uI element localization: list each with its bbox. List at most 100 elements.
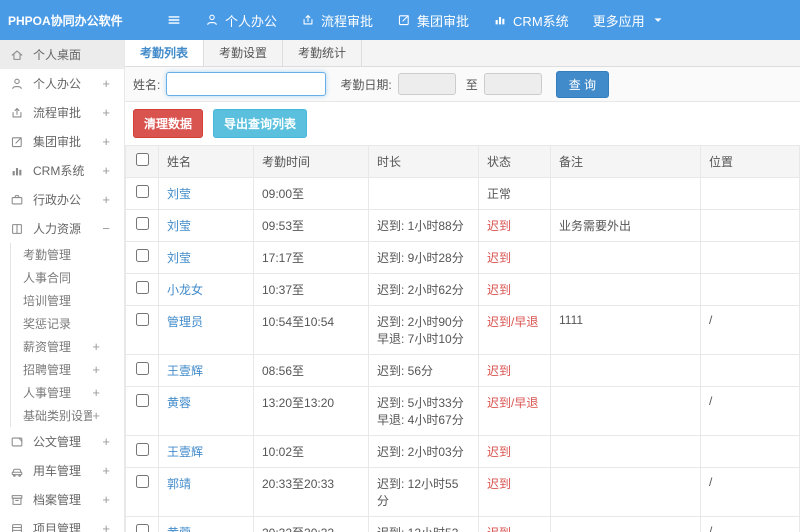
briefcase-icon [10, 193, 26, 207]
name-input[interactable] [166, 72, 327, 96]
row-checkbox-cell [125, 354, 159, 387]
row-checkbox[interactable] [135, 281, 149, 294]
sidebar-subitem-4[interactable]: 薪资管理 + [11, 335, 124, 358]
expand-icon: + [102, 163, 110, 178]
employee-name-link[interactable]: 刘莹 [167, 219, 191, 233]
sidebar-subitem-6[interactable]: 人事管理 + [11, 381, 124, 404]
tab-1[interactable]: 考勤设置 [204, 40, 284, 66]
row-checkbox[interactable] [135, 524, 149, 532]
row-checkbox[interactable] [135, 362, 149, 375]
sidebar-subitem-label: 招聘管理 [23, 363, 72, 377]
sidebar-item-label: 档案管理 [33, 493, 82, 507]
table-row-1: 刘莹 09:53至 迟到: 1小时88分 迟到 业务需要外出 [125, 209, 800, 242]
caret-down-icon [651, 13, 665, 27]
employee-name-link[interactable]: 小龙女 [167, 283, 203, 297]
sidebar-subitem-5[interactable]: 招聘管理 + [11, 358, 124, 381]
date-to-input[interactable] [483, 73, 542, 95]
attendance-date-label: 考勤日期: [340, 77, 392, 92]
row-checkbox-cell [125, 305, 159, 355]
time-cell: 10:37至 [253, 273, 369, 306]
nav-item-3[interactable]: CRM系统 [493, 11, 569, 30]
sidebar-subitem-3[interactable]: 奖惩记录 [11, 312, 124, 335]
duration-cell: 迟到: 12小时53分 [368, 516, 479, 532]
export-list-button[interactable]: 导出查询列表 [213, 109, 308, 138]
name-cell: 刘莹 [158, 177, 254, 210]
time-cell: 10:02至 [253, 435, 369, 468]
table-row-0: 刘莹 09:00至 正常 [125, 177, 800, 210]
location-cell [700, 354, 800, 387]
tab-0[interactable]: 考勤列表 [125, 40, 205, 66]
name-cell: 管理员 [158, 305, 254, 355]
sidebar-subitem-7[interactable]: 基础类别设置 + [11, 404, 124, 427]
row-checkbox[interactable] [135, 475, 149, 488]
sidebar-item-5[interactable]: 行政办公 + [0, 185, 124, 214]
sidebar-subitem-1[interactable]: 人事合同 [11, 266, 124, 289]
sidebar-item-9[interactable]: 档案管理 + [0, 485, 124, 514]
sidebar-item-0[interactable]: 个人桌面 [0, 40, 124, 69]
sidebar-item-3[interactable]: 集团审批 + [0, 127, 124, 156]
nav-item-1[interactable]: 流程审批 [301, 11, 373, 30]
duration-line: 迟到: 12小时55分 [377, 477, 459, 508]
row-checkbox[interactable] [135, 185, 149, 198]
book-icon [10, 222, 26, 236]
tab-2[interactable]: 考勤统计 [283, 40, 363, 66]
employee-name-link[interactable]: 王壹辉 [167, 364, 203, 378]
sidebar-item-1[interactable]: 个人办公 + [0, 69, 124, 98]
sidebar-item-7[interactable]: 公文管理 + [0, 427, 124, 456]
row-checkbox-cell [125, 467, 159, 517]
time-cell: 09:00至 [253, 177, 369, 210]
car-icon [10, 464, 26, 478]
remark-cell [550, 354, 701, 387]
sidebar-item-8[interactable]: 用车管理 + [0, 456, 124, 485]
row-checkbox[interactable] [135, 394, 149, 407]
hamburger-menu-icon[interactable] [167, 13, 181, 27]
employee-name-link[interactable]: 黄蓉 [167, 396, 191, 410]
expand-icon: + [102, 76, 110, 91]
employee-name-link[interactable]: 郭靖 [167, 477, 191, 491]
sidebar-subitem-0[interactable]: 考勤管理 [11, 243, 124, 266]
sidebar-item-2[interactable]: 流程审批 + [0, 98, 124, 127]
row-checkbox[interactable] [135, 249, 149, 262]
status-cell: 迟到 [478, 209, 551, 242]
expand-icon: + [102, 521, 110, 532]
nav-item-label: 个人办公 [225, 13, 278, 29]
status-cell: 迟到/早退 [478, 386, 551, 436]
table-row-8: 郭靖 20:33至20:33 迟到: 12小时55分 迟到 / [125, 467, 800, 517]
sidebar-item-10[interactable]: 项目管理 + [0, 514, 124, 532]
status-badge: 迟到 [487, 445, 512, 459]
employee-name-link[interactable]: 王壹辉 [167, 445, 203, 459]
chart-icon [493, 13, 507, 27]
row-checkbox-cell [125, 177, 159, 210]
status-badge: 迟到/早退 [487, 396, 539, 410]
employee-name-link[interactable]: 刘莹 [167, 187, 191, 201]
nav-item-2[interactable]: 集团审批 [397, 11, 469, 30]
table-row-4: 管理员 10:54至10:54 迟到: 2小时90分 早退: 7小时10分 迟到/早退 1… [125, 305, 800, 355]
status-cell: 迟到 [478, 435, 551, 468]
employee-name-link[interactable]: 黄蓉 [167, 526, 191, 532]
expand-icon: + [102, 105, 110, 120]
status-badge: 迟到 [487, 219, 512, 233]
select-all-checkbox[interactable] [135, 153, 149, 166]
edit-icon [397, 13, 411, 27]
name-cell: 郭靖 [158, 467, 254, 517]
employee-name-link[interactable]: 刘莹 [167, 251, 191, 265]
row-checkbox[interactable] [135, 217, 149, 230]
sidebar-subitem-2[interactable]: 培训管理 [11, 289, 124, 312]
row-checkbox-cell [125, 516, 159, 532]
collapse-icon: − [102, 221, 110, 236]
employee-name-link[interactable]: 管理员 [167, 315, 203, 329]
time-cell: 09:53至 [253, 209, 369, 242]
nav-item-4[interactable]: 更多应用 [593, 11, 665, 30]
date-from-input[interactable] [397, 73, 456, 95]
sidebar-item-label: 公文管理 [33, 435, 82, 449]
query-button[interactable]: 查 询 [555, 70, 610, 98]
sidebar: 个人桌面 个人办公 + 流程审批 + 集团审批 + CRM系统 + 行政办公 + 人力资源 − 考勤管理人… [0, 40, 125, 532]
sidebar-item-6[interactable]: 人力资源 − [0, 214, 124, 243]
clean-data-button[interactable]: 清理数据 [133, 109, 204, 138]
sidebar-item-4[interactable]: CRM系统 + [0, 156, 124, 185]
chart-icon [10, 164, 26, 178]
project-icon [10, 522, 26, 532]
row-checkbox[interactable] [135, 443, 149, 456]
row-checkbox[interactable] [135, 313, 149, 326]
nav-item-0[interactable]: 个人办公 [205, 11, 277, 30]
